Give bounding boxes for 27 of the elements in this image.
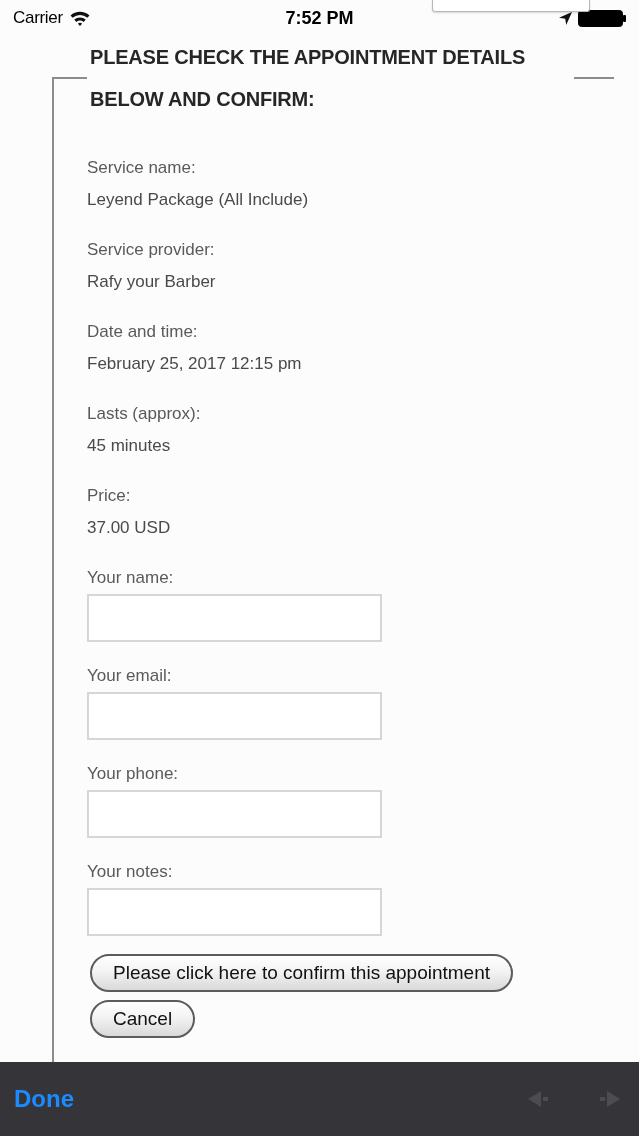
form-heading: PLEASE CHECK THE APPOINTMENT DETAILS BELOW AND CONFIRM: bbox=[89, 45, 527, 112]
carrier-label: Carrier bbox=[13, 8, 63, 28]
detail-label: Service provider: bbox=[87, 239, 216, 261]
detail-label: Lasts (approx): bbox=[87, 403, 202, 425]
detail-label: Date and time: bbox=[87, 321, 199, 343]
detail-value: 37.00 USD bbox=[87, 517, 172, 539]
cancel-button[interactable]: Cancel bbox=[90, 1000, 196, 1038]
text-field[interactable] bbox=[87, 790, 382, 838]
text-field[interactable] bbox=[87, 888, 382, 936]
battery-icon bbox=[578, 9, 626, 27]
text-field[interactable] bbox=[87, 594, 382, 642]
detail-value: Rafy your Barber bbox=[87, 271, 217, 293]
status-time: 7:52 PM bbox=[285, 7, 354, 29]
detail-label: Price: bbox=[87, 485, 132, 507]
confirm-button[interactable]: Please click here to confirm this appointment bbox=[90, 954, 513, 992]
field-label: Your name: bbox=[87, 567, 175, 589]
field-label: Your email: bbox=[87, 665, 173, 687]
wifi-icon bbox=[69, 10, 90, 26]
detail-value: 45 minutes bbox=[87, 435, 172, 457]
detail-label: Service name: bbox=[87, 157, 197, 179]
field-label: Your phone: bbox=[87, 763, 180, 785]
location-arrow-icon bbox=[559, 11, 572, 25]
text-field[interactable] bbox=[87, 692, 382, 740]
field-label: Your notes: bbox=[87, 861, 174, 883]
detail-value: Leyend Package (All Include) bbox=[87, 189, 310, 211]
done-button[interactable]: Done bbox=[14, 1085, 74, 1113]
detail-value: February 25, 2017 12:15 pm bbox=[87, 353, 303, 375]
